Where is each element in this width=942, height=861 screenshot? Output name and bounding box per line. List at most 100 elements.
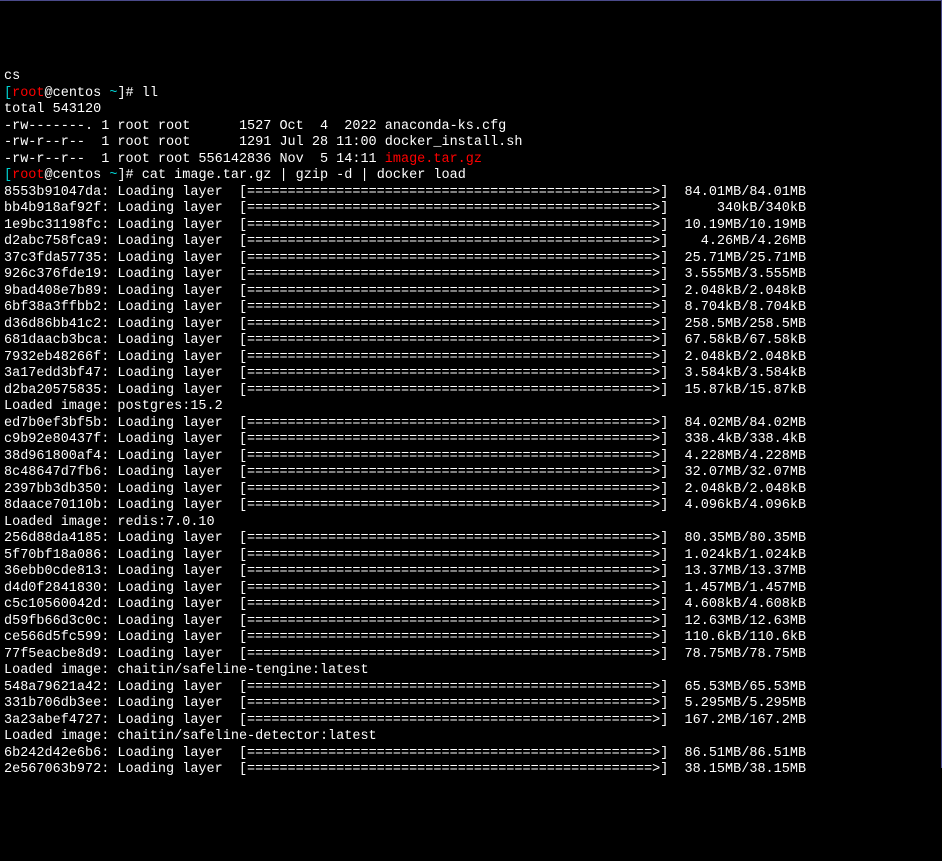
layer-size: 84.02MB/84.02MB [668, 416, 806, 431]
layer-hash: ed7b0ef3bf5b: Loading layer [4, 416, 239, 431]
layer-hash: 681daacb3bca: Loading layer [4, 333, 239, 348]
loading-layer-line: 256d88da4185: Loading layer [===========… [4, 531, 937, 548]
prompt-line-1[interactable]: [root@centos ~]# ll [4, 86, 937, 103]
layer-size: 67.58kB/67.58kB [668, 333, 806, 348]
layer-hash: 6bf38a3ffbb2: Loading layer [4, 300, 239, 315]
progress-bar: [=======================================… [239, 696, 668, 711]
layer-hash: 36ebb0cde813: Loading layer [4, 564, 239, 579]
layer-hash: 77f5eacbe8d9: Loading layer [4, 647, 239, 662]
layer-size: 65.53MB/65.53MB [668, 680, 806, 695]
loading-layer-line: d4d0f2841830: Loading layer [===========… [4, 581, 937, 598]
progress-bar: [=======================================… [239, 416, 668, 431]
progress-bar: [=======================================… [239, 548, 668, 563]
layer-hash: 38d961800af4: Loading layer [4, 449, 239, 464]
loading-layer-line: 8c48647d7fb6: Loading layer [===========… [4, 465, 937, 482]
layer-hash: 8553b91047da: Loading layer [4, 185, 239, 200]
loaded-image-text: Loaded image: postgres:15.2 [4, 399, 223, 414]
layer-size: 4.608kB/4.608kB [668, 597, 806, 612]
prompt-user: root [12, 86, 44, 101]
progress-bar: [=======================================… [239, 366, 668, 381]
layer-size: 10.19MB/10.19MB [668, 218, 806, 233]
progress-bar: [=======================================… [239, 383, 668, 398]
layer-size: 4.228MB/4.228MB [668, 449, 806, 464]
layer-size: 84.01MB/84.01MB [668, 185, 806, 200]
loaded-image-text: Loaded image: chaitin/safeline-tengine:l… [4, 663, 369, 678]
loading-layer-line: ed7b0ef3bf5b: Loading layer [===========… [4, 416, 937, 433]
loading-layer-line: 681daacb3bca: Loading layer [===========… [4, 333, 937, 350]
progress-bar: [=======================================… [239, 647, 668, 662]
progress-bar: [=======================================… [239, 597, 668, 612]
loading-layer-line: 2e567063b972: Loading layer [===========… [4, 762, 937, 779]
loading-layer-line: bb4b918af92f: Loading layer [===========… [4, 201, 937, 218]
layer-hash: 3a17edd3bf47: Loading layer [4, 366, 239, 381]
loaded-image-line: Loaded image: redis:7.0.10 [4, 515, 937, 532]
layer-size: 12.63MB/12.63MB [668, 614, 806, 629]
loading-layer-line: d2ba20575835: Loading layer [===========… [4, 383, 937, 400]
layer-size: 1.024kB/1.024kB [668, 548, 806, 563]
layer-hash: 9bad408e7b89: Loading layer [4, 284, 239, 299]
loaded-image-text: Loaded image: redis:7.0.10 [4, 515, 215, 530]
layer-size: 25.71MB/25.71MB [668, 251, 806, 266]
progress-bar: [=======================================… [239, 498, 668, 513]
loading-layer-line: d36d86bb41c2: Loading layer [===========… [4, 317, 937, 334]
loading-layer-line: 8daace70110b: Loading layer [===========… [4, 498, 937, 515]
layer-size: 38.15MB/38.15MB [668, 762, 806, 777]
loading-layer-line: 331b706db3ee: Loading layer [===========… [4, 696, 937, 713]
layer-size: 1.457MB/1.457MB [668, 581, 806, 596]
loading-layer-line: 8553b91047da: Loading layer [===========… [4, 185, 937, 202]
layer-hash: 7932eb48266f: Loading layer [4, 350, 239, 365]
layer-hash: ce566d5fc599: Loading layer [4, 630, 239, 645]
loading-layer-line: d2abc758fca9: Loading layer [===========… [4, 234, 937, 251]
prompt-close: ]# [117, 168, 141, 183]
layer-hash: 8daace70110b: Loading layer [4, 498, 239, 513]
progress-bar: [=======================================… [239, 746, 668, 761]
ll-filename: docker_install.sh [385, 135, 523, 150]
layer-hash: 37c3fda57735: Loading layer [4, 251, 239, 266]
loading-layer-line: c9b92e80437f: Loading layer [===========… [4, 432, 937, 449]
layer-hash: 548a79621a42: Loading layer [4, 680, 239, 695]
layer-hash: 926c376fde19: Loading layer [4, 267, 239, 282]
layer-hash: 2e567063b972: Loading layer [4, 762, 239, 777]
loading-layer-line: 37c3fda57735: Loading layer [===========… [4, 251, 937, 268]
layer-hash: d2abc758fca9: Loading layer [4, 234, 239, 249]
progress-bar: [=======================================… [239, 234, 668, 249]
prompt-user: root [12, 168, 44, 183]
progress-bar: [=======================================… [239, 762, 668, 777]
progress-bar: [=======================================… [239, 201, 668, 216]
loading-layer-line: 5f70bf18a086: Loading layer [===========… [4, 548, 937, 565]
prompt-bracket: [ [4, 168, 12, 183]
layer-hash: bb4b918af92f: Loading layer [4, 201, 239, 216]
layer-size: 32.07MB/32.07MB [668, 465, 806, 480]
progress-bar: [=======================================… [239, 449, 668, 464]
ll-total: total 543120 [4, 102, 937, 119]
loading-layer-line: 36ebb0cde813: Loading layer [===========… [4, 564, 937, 581]
layer-size: 3.555MB/3.555MB [668, 267, 806, 282]
layer-size: 15.87kB/15.87kB [668, 383, 806, 398]
loaded-image-line: Loaded image: postgres:15.2 [4, 399, 937, 416]
prompt-line-2[interactable]: [root@centos ~]# cat image.tar.gz | gzip… [4, 168, 937, 185]
loading-layer-line: 38d961800af4: Loading layer [===========… [4, 449, 937, 466]
prompt-host: @centos [45, 86, 110, 101]
progress-bar: [=======================================… [239, 482, 668, 497]
layer-hash: 331b706db3ee: Loading layer [4, 696, 239, 711]
layer-size: 4.096kB/4.096kB [668, 498, 806, 513]
layer-size: 2.048kB/2.048kB [668, 350, 806, 365]
progress-bar: [=======================================… [239, 465, 668, 480]
layer-size: 8.704kB/8.704kB [668, 300, 806, 315]
loading-layer-line: 9bad408e7b89: Loading layer [===========… [4, 284, 937, 301]
layer-size: 4.26MB/4.26MB [668, 234, 806, 249]
layer-size: 110.6kB/110.6kB [668, 630, 806, 645]
progress-bar: [=======================================… [239, 284, 668, 299]
loading-layer-line: 548a79621a42: Loading layer [===========… [4, 680, 937, 697]
layer-hash: c9b92e80437f: Loading layer [4, 432, 239, 447]
ll-row: -rw-r--r-- 1 root root 556142836 Nov 5 1… [4, 152, 937, 169]
truncated-line: cs [4, 69, 937, 86]
loading-layer-line: 1e9bc31198fc: Loading layer [===========… [4, 218, 937, 235]
layer-hash: 2397bb3db350: Loading layer [4, 482, 239, 497]
progress-bar: [=======================================… [239, 333, 668, 348]
layer-size: 338.4kB/338.4kB [668, 432, 806, 447]
layer-hash: d36d86bb41c2: Loading layer [4, 317, 239, 332]
layer-size: 13.37MB/13.37MB [668, 564, 806, 579]
layer-hash: d4d0f2841830: Loading layer [4, 581, 239, 596]
ll-filename: image.tar.gz [385, 152, 482, 167]
